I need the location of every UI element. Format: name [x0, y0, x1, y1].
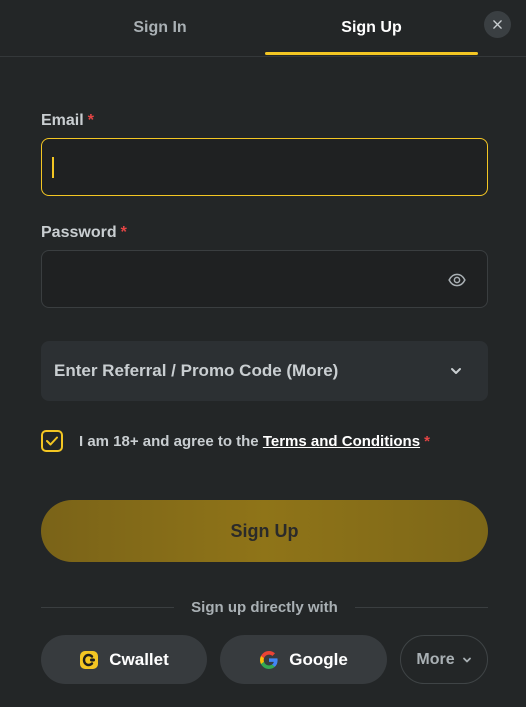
close-button[interactable] [484, 11, 511, 38]
terms-required-mark: * [424, 432, 430, 450]
social-divider-text: Sign up directly with [191, 598, 338, 616]
tab-sign-in[interactable]: Sign In [55, 0, 265, 56]
terms-agreement: I am 18+ and agree to the Terms and Cond… [41, 429, 430, 453]
email-field[interactable] [41, 138, 488, 196]
active-tab-indicator [265, 52, 478, 55]
password-required-mark: * [120, 224, 127, 241]
terms-link[interactable]: Terms and Conditions [263, 433, 420, 450]
terms-prefix: I am 18+ and agree to the [79, 432, 263, 450]
text-caret [52, 157, 54, 178]
cwallet-button[interactable]: Cwallet [41, 635, 207, 684]
checkmark-icon [46, 436, 58, 446]
divider-line-left [41, 606, 175, 608]
email-input[interactable] [42, 139, 487, 195]
promo-code-label: Enter Referral / Promo Code (More) [54, 361, 339, 380]
tab-sign-up[interactable]: Sign Up [265, 0, 478, 56]
divider-line-right [354, 606, 488, 608]
password-label-text: Password [41, 224, 117, 241]
eye-icon[interactable] [448, 271, 466, 289]
email-label: Email * [41, 112, 94, 130]
more-options-button[interactable]: More [400, 635, 488, 684]
password-field[interactable] [41, 250, 488, 308]
more-label: More [416, 650, 455, 668]
terms-text: I am 18+ and agree to the Terms and Cond… [79, 433, 430, 450]
email-required-mark: * [87, 112, 94, 129]
password-label: Password * [41, 224, 127, 242]
chevron-down-icon [462, 657, 471, 662]
google-label: Google [289, 649, 348, 669]
chevron-down-icon [451, 368, 461, 374]
auth-tabs: Sign In Sign Up [0, 0, 526, 57]
google-button[interactable]: Google [220, 635, 387, 684]
promo-code-toggle[interactable]: Enter Referral / Promo Code (More) [41, 341, 488, 401]
google-icon [260, 650, 278, 669]
social-divider: Sign up directly with [41, 597, 488, 617]
cwallet-label: Cwallet [109, 649, 169, 669]
password-input[interactable] [42, 251, 487, 307]
terms-checkbox[interactable] [41, 430, 63, 452]
email-label-text: Email [41, 112, 84, 129]
cwallet-icon [80, 650, 99, 669]
close-icon [493, 20, 502, 29]
sign-up-button[interactable]: Sign Up [41, 500, 488, 562]
